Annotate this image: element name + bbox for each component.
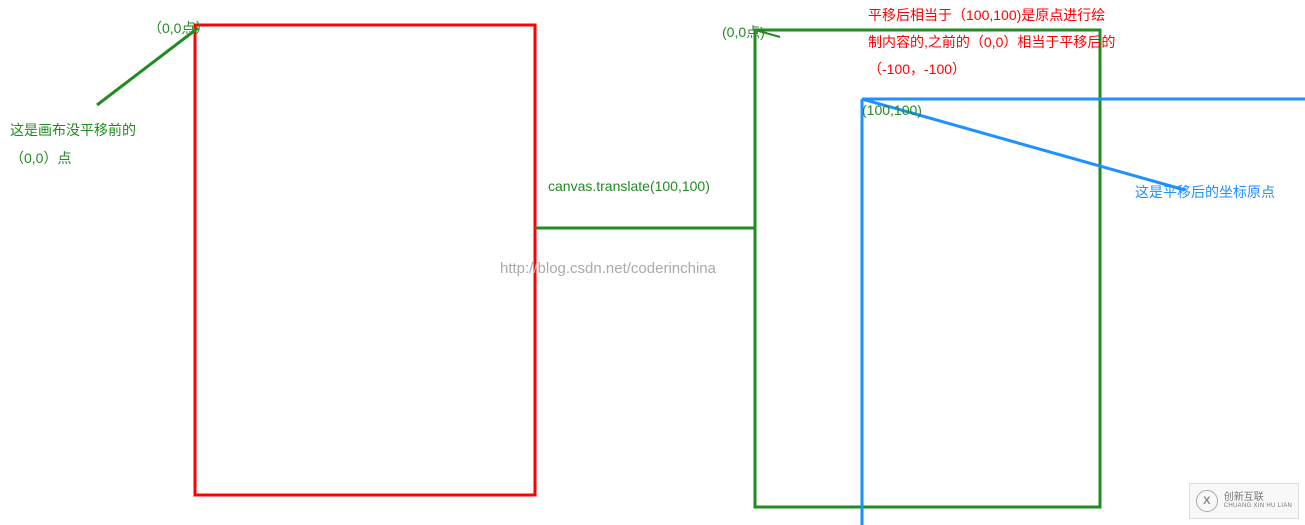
- right-canvas-rect: [755, 30, 1100, 507]
- green-pointer-line: [97, 28, 198, 105]
- red-note-line3: （-100，-100）: [868, 59, 966, 79]
- footer-brand-cn: 创新互联: [1224, 492, 1292, 503]
- footer-brand-logo: X 创新互联 CHUANG XIN HU LIAN: [1189, 483, 1299, 519]
- left-desc-line1: 这是画布没平移前的: [10, 120, 136, 140]
- footer-brand-mark-icon: X: [1196, 490, 1218, 512]
- right-translated-origin-label: (100,100): [862, 102, 922, 118]
- red-note-line1: 平移后相当于（100,100)是原点进行绘: [868, 5, 1105, 25]
- watermark-url: http://blog.csdn.net/coderinchina: [500, 260, 716, 277]
- right-origin-label: (0,0点): [722, 22, 765, 42]
- translate-code-label: canvas.translate(100,100): [548, 178, 710, 194]
- footer-brand-en: CHUANG XIN HU LIAN: [1224, 503, 1292, 510]
- left-origin-label: （0,0点）: [148, 18, 209, 38]
- left-canvas-rect: [195, 25, 535, 495]
- left-desc-line2: （0,0）点: [10, 148, 71, 168]
- blue-origin-label: 这是平移后的坐标原点: [1135, 182, 1275, 202]
- red-note-line2: 制内容的,之前的（0,0）相当于平移后的: [868, 32, 1115, 52]
